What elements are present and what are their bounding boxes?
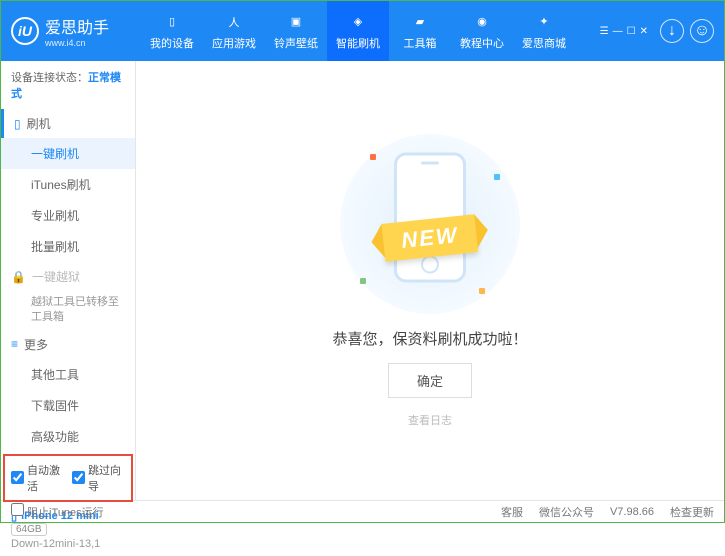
sub-other-tools[interactable]: 其他工具 bbox=[1, 359, 135, 390]
success-message: 恭喜您，保资料刷机成功啦！ bbox=[332, 328, 527, 349]
category-more[interactable]: ≡更多 bbox=[1, 330, 135, 359]
apps-icon: 人 bbox=[224, 12, 244, 32]
maximize-icon[interactable]: ☐ bbox=[627, 26, 636, 37]
storage-badge: 64GB bbox=[11, 523, 47, 536]
more-icon: ≡ bbox=[11, 337, 18, 351]
store-icon: ✦ bbox=[534, 12, 554, 32]
sub-advanced[interactable]: 高级功能 bbox=[1, 421, 135, 452]
nav-tutorial[interactable]: ◉教程中心 bbox=[451, 1, 513, 61]
footer-wechat[interactable]: 微信公众号 bbox=[539, 504, 594, 520]
sub-itunes-flash[interactable]: iTunes刷机 bbox=[1, 169, 135, 200]
connection-status: 设备连接状态：正常模式 bbox=[1, 61, 135, 109]
nav-flash[interactable]: ◈智能刷机 bbox=[327, 1, 389, 61]
options-row: 自动激活 跳过向导 bbox=[3, 454, 133, 502]
nav-ringtone[interactable]: ▣铃声壁纸 bbox=[265, 1, 327, 61]
skip-guide-checkbox[interactable]: 跳过向导 bbox=[72, 462, 125, 494]
minimize-icon[interactable]: — bbox=[613, 26, 623, 37]
close-icon[interactable]: ✕ bbox=[640, 26, 648, 37]
top-nav: ▯我的设备 人应用游戏 ▣铃声壁纸 ◈智能刷机 ▰工具箱 ◉教程中心 ✦爱思商城 bbox=[141, 1, 600, 61]
jailbreak-note: 越狱工具已转移至工具箱 bbox=[1, 291, 135, 330]
flash-icon: ◈ bbox=[348, 12, 368, 32]
main-panel: NEW 恭喜您，保资料刷机成功啦！ 确定 查看日志 bbox=[136, 61, 724, 500]
app-logo: iU 爱思助手 www.i4.cn bbox=[11, 14, 141, 48]
phone-icon: ▯ bbox=[162, 12, 182, 32]
download-button[interactable]: ↓ bbox=[660, 19, 684, 43]
view-log-link[interactable]: 查看日志 bbox=[408, 412, 452, 428]
sub-oneclick-flash[interactable]: 一键刷机 bbox=[1, 138, 135, 169]
sidebar: 设备连接状态：正常模式 ▯刷机 一键刷机 iTunes刷机 专业刷机 批量刷机 … bbox=[1, 61, 136, 500]
sub-pro-flash[interactable]: 专业刷机 bbox=[1, 200, 135, 231]
nav-toolbox[interactable]: ▰工具箱 bbox=[389, 1, 451, 61]
nav-my-device[interactable]: ▯我的设备 bbox=[141, 1, 203, 61]
title-right: ☰ — ☐ ✕ ↓ ☺ bbox=[600, 19, 714, 43]
toolbox-icon: ▰ bbox=[410, 12, 430, 32]
logo-icon: iU bbox=[11, 17, 39, 45]
category-jailbreak: 🔒一键越狱 bbox=[1, 262, 135, 291]
block-itunes-checkbox[interactable]: 阻止iTunes运行 bbox=[11, 503, 104, 520]
success-illustration: NEW bbox=[340, 134, 520, 314]
ok-button[interactable]: 确定 bbox=[388, 363, 472, 398]
menu-icon[interactable]: ☰ bbox=[600, 26, 609, 37]
user-button[interactable]: ☺ bbox=[690, 19, 714, 43]
footer-version: V7.98.66 bbox=[610, 506, 654, 518]
sub-download-firmware[interactable]: 下载固件 bbox=[1, 390, 135, 421]
app-name: 爱思助手 bbox=[45, 14, 109, 38]
device-model: Down-12mini-13,1 bbox=[11, 538, 125, 550]
nav-store[interactable]: ✦爱思商城 bbox=[513, 1, 575, 61]
nav-apps[interactable]: 人应用游戏 bbox=[203, 1, 265, 61]
footer-service[interactable]: 客服 bbox=[501, 504, 523, 520]
footer-update[interactable]: 检查更新 bbox=[670, 504, 714, 520]
phone-icon: ▯ bbox=[14, 117, 21, 131]
titlebar: iU 爱思助手 www.i4.cn ▯我的设备 人应用游戏 ▣铃声壁纸 ◈智能刷… bbox=[1, 1, 724, 61]
window-controls: ☰ — ☐ ✕ bbox=[600, 26, 648, 37]
app-url: www.i4.cn bbox=[45, 38, 109, 48]
wallpaper-icon: ▣ bbox=[286, 12, 306, 32]
tutorial-icon: ◉ bbox=[472, 12, 492, 32]
auto-activate-checkbox[interactable]: 自动激活 bbox=[11, 462, 64, 494]
sub-batch-flash[interactable]: 批量刷机 bbox=[1, 231, 135, 262]
category-flash[interactable]: ▯刷机 bbox=[1, 109, 135, 138]
lock-icon: 🔒 bbox=[11, 270, 26, 284]
